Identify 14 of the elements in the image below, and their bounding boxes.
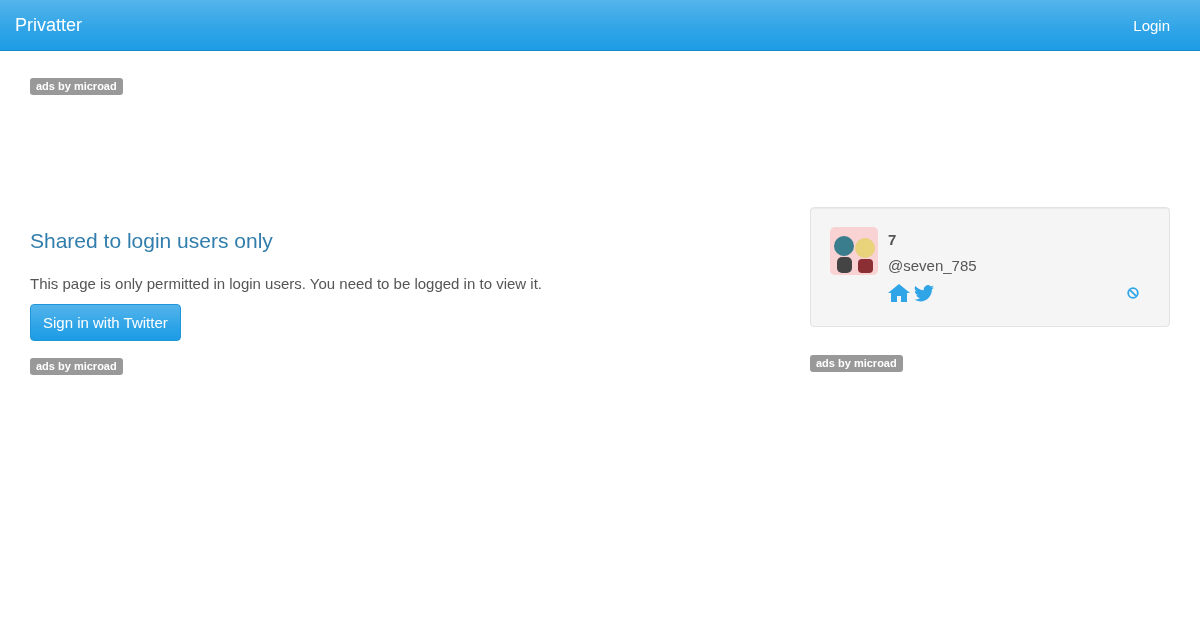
ad-label: ads by microad bbox=[810, 355, 903, 372]
user-name: 7 bbox=[888, 231, 898, 248]
bird-icon[interactable] bbox=[914, 284, 934, 302]
twitter-sign-in-button[interactable]: Sign in with Twitter bbox=[30, 304, 181, 341]
page-heading: Shared to login users only bbox=[30, 229, 274, 253]
ad-label: ads by microad bbox=[30, 78, 123, 95]
avatar-image bbox=[830, 227, 878, 275]
brand-logo[interactable]: Privatter bbox=[15, 14, 83, 36]
login-required-message: This page is only permitted in login users. You need to be logged in to view it. bbox=[30, 275, 543, 292]
block-icon[interactable] bbox=[1127, 287, 1139, 299]
login-link[interactable]: Login bbox=[1133, 16, 1170, 34]
ad-label: ads by microad bbox=[30, 358, 123, 375]
user-handle: @seven_785 bbox=[888, 257, 978, 274]
home-icon[interactable] bbox=[888, 284, 910, 302]
